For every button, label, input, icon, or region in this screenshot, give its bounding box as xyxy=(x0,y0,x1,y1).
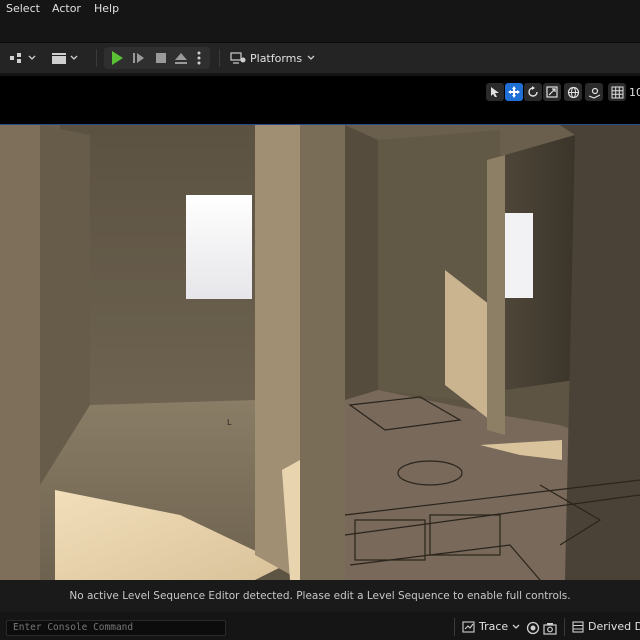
mode-select-button[interactable] xyxy=(8,48,38,68)
modes-icon xyxy=(10,53,36,63)
derived-data-label: Derived Dat xyxy=(588,620,640,633)
select-mode-button[interactable] xyxy=(486,83,504,101)
transform-tools xyxy=(486,83,562,101)
translate-mode-button[interactable] xyxy=(505,83,523,101)
level-viewport[interactable]: L xyxy=(0,125,640,580)
clapperboard-icon xyxy=(52,53,78,64)
scale-mode-button[interactable] xyxy=(543,83,561,101)
chevron-down-icon xyxy=(307,55,315,60)
trace-button[interactable]: Trace xyxy=(462,620,521,633)
stop-button[interactable] xyxy=(152,48,170,68)
svg-text:L: L xyxy=(227,418,232,427)
cursor-icon xyxy=(491,87,499,97)
eject-button[interactable] xyxy=(172,48,190,68)
chevron-down-icon xyxy=(512,624,520,629)
menu-select[interactable]: Select xyxy=(6,2,40,15)
tab-strip xyxy=(0,20,640,43)
play-icon xyxy=(112,51,123,65)
derived-data-icon xyxy=(572,620,584,633)
grid-snap-group: 10 xyxy=(608,83,640,101)
scene-render: L xyxy=(0,125,640,580)
world-local-toggle[interactable] xyxy=(564,83,583,101)
status-divider xyxy=(454,618,455,636)
console-input[interactable]: Enter Console Command xyxy=(6,620,226,636)
cinematics-button[interactable] xyxy=(50,48,80,68)
surface-snap-icon xyxy=(588,87,600,99)
toolbar-divider xyxy=(219,49,220,67)
sequencer-notice: No active Level Sequence Editor detected… xyxy=(0,580,640,612)
move-icon xyxy=(508,86,520,98)
world-space-button[interactable] xyxy=(564,83,582,101)
trace-icon xyxy=(462,620,475,633)
grid-size-value[interactable]: 10 xyxy=(627,86,640,99)
platforms-button[interactable]: Platforms xyxy=(230,48,316,68)
scale-icon xyxy=(546,86,558,98)
rotate-icon xyxy=(528,86,538,97)
grid-snap-button[interactable] xyxy=(608,83,626,101)
record-button[interactable] xyxy=(526,620,540,636)
status-divider xyxy=(564,618,565,636)
stop-icon xyxy=(156,53,166,63)
rotate-mode-button[interactable] xyxy=(524,83,542,101)
play-button[interactable] xyxy=(108,48,126,68)
derived-data-button[interactable]: Derived Dat xyxy=(572,620,640,633)
grid-icon xyxy=(611,86,623,98)
play-controls xyxy=(104,47,210,69)
globe-icon xyxy=(567,86,579,98)
more-options-icon xyxy=(197,51,201,65)
screenshot-button[interactable] xyxy=(542,620,558,636)
menu-bar: Select Actor Help xyxy=(0,0,640,20)
eject-icon xyxy=(175,53,187,64)
surface-snap-group xyxy=(585,83,604,101)
platforms-label: Platforms xyxy=(250,51,303,65)
advance-frame-button[interactable] xyxy=(130,48,148,68)
menu-help[interactable]: Help xyxy=(94,2,119,15)
step-forward-icon xyxy=(133,53,144,63)
sequencer-notice-text: No active Level Sequence Editor detected… xyxy=(69,590,571,602)
menu-actor[interactable]: Actor xyxy=(52,2,81,15)
toolbar-divider xyxy=(96,49,97,67)
main-toolbar: Platforms xyxy=(0,43,640,73)
trace-label: Trace xyxy=(479,620,509,633)
record-icon xyxy=(526,621,540,635)
camera-icon xyxy=(543,623,557,635)
play-options-button[interactable] xyxy=(192,48,206,68)
surface-snapping-button[interactable] xyxy=(585,83,603,101)
platforms-icon xyxy=(230,52,246,64)
